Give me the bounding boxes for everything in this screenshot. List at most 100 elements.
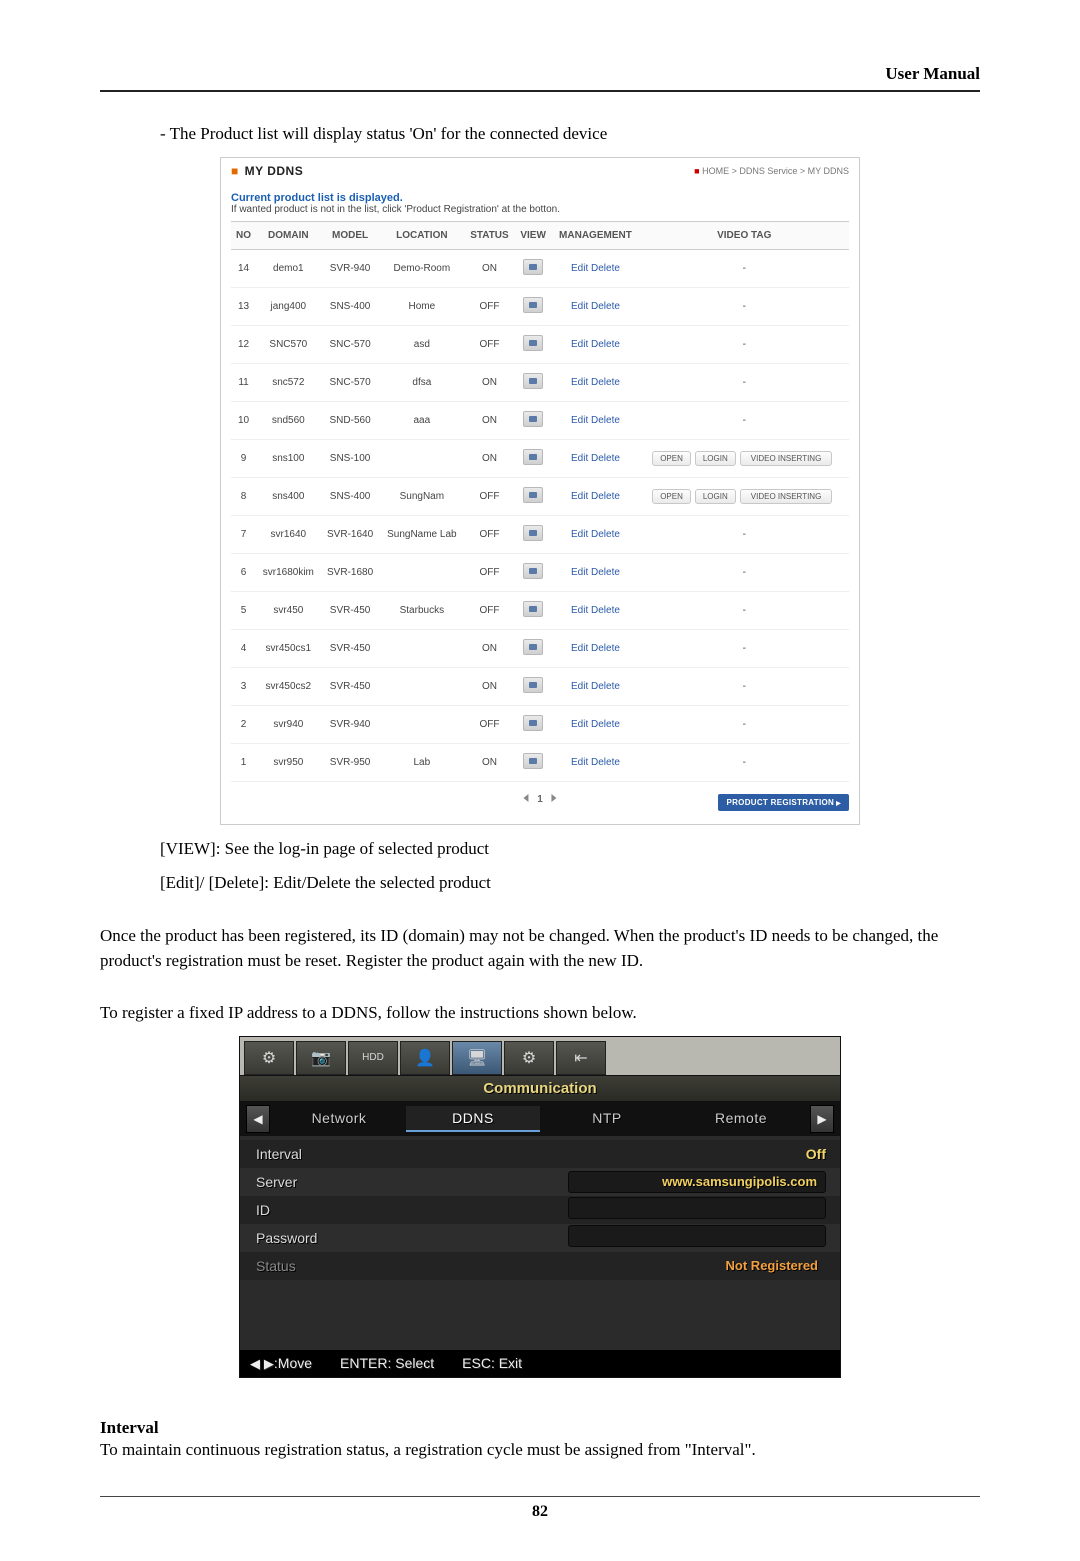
edit-link[interactable]: Edit xyxy=(571,757,588,768)
delete-link[interactable]: Delete xyxy=(591,301,620,312)
tab-network[interactable]: Network xyxy=(272,1106,406,1132)
delete-link[interactable]: Delete xyxy=(591,453,620,464)
open-pill[interactable]: OPEN xyxy=(652,489,691,504)
view-icon[interactable] xyxy=(523,335,543,351)
view-icon[interactable] xyxy=(523,449,543,465)
videotag-dash: - xyxy=(743,377,746,388)
product-registration-button[interactable]: PRODUCT REGISTRATION xyxy=(718,794,849,811)
view-icon[interactable] xyxy=(523,601,543,617)
home-dot-icon: ■ xyxy=(694,166,699,176)
delete-link[interactable]: Delete xyxy=(591,339,620,350)
value-interval[interactable]: Off xyxy=(806,1146,826,1162)
view-icon[interactable] xyxy=(523,411,543,427)
breadcrumb: ■ HOME > DDNS Service > MY DDNS xyxy=(694,166,849,176)
view-icon[interactable] xyxy=(523,259,543,275)
delete-link[interactable]: Delete xyxy=(591,757,620,768)
delete-link[interactable]: Delete xyxy=(591,719,620,730)
col-management: MANAGEMENT xyxy=(551,221,639,249)
header-title: User Manual xyxy=(100,64,980,84)
label-interval: Interval xyxy=(240,1146,431,1162)
value-server[interactable]: www.samsungipolis.com xyxy=(568,1171,826,1193)
right-arrow-icon: ▶ xyxy=(264,1356,274,1371)
user-icon[interactable]: 👤 xyxy=(400,1041,450,1075)
label-password: Password xyxy=(240,1230,431,1246)
delete-link[interactable]: Delete xyxy=(591,263,620,274)
delete-link[interactable]: Delete xyxy=(591,415,620,426)
view-icon[interactable] xyxy=(523,373,543,389)
view-icon[interactable] xyxy=(523,487,543,503)
view-icon[interactable] xyxy=(523,525,543,541)
open-pill[interactable]: OPEN xyxy=(652,451,691,466)
tab-remote[interactable]: Remote xyxy=(674,1106,808,1132)
camera-icon[interactable]: 📷 xyxy=(296,1041,346,1075)
videotag-dash: - xyxy=(743,605,746,616)
table-row: 5svr450SVR-450StarbucksOFFEdit Delete- xyxy=(231,591,849,629)
exit-icon[interactable]: ⇤ xyxy=(556,1041,606,1075)
edit-link[interactable]: Edit xyxy=(571,377,588,388)
delete-link[interactable]: Delete xyxy=(591,567,620,578)
delete-link[interactable]: Delete xyxy=(591,491,620,502)
page-prev-icon[interactable] xyxy=(523,794,528,802)
label-status: Status xyxy=(240,1258,431,1274)
section-interval: Interval xyxy=(100,1418,980,1438)
edit-link[interactable]: Edit xyxy=(571,567,588,578)
gear-icon[interactable]: ⚙ xyxy=(244,1041,294,1075)
table-row: 6svr1680kimSVR-1680OFFEdit Delete- xyxy=(231,553,849,591)
videotag-dash: - xyxy=(743,757,746,768)
intro-line: - The Product list will display status '… xyxy=(160,122,980,147)
hdd-icon[interactable]: HDD xyxy=(348,1041,398,1075)
para-interval: To maintain continuous registration stat… xyxy=(100,1438,980,1463)
tabs-bar: ◀ Network DDNS NTP Remote ▶ xyxy=(240,1102,840,1136)
hint-move: :Move xyxy=(274,1355,312,1371)
login-pill[interactable]: LOGIN xyxy=(695,451,736,466)
para-once: Once the product has been registered, it… xyxy=(100,924,980,973)
label-id: ID xyxy=(240,1202,431,1218)
view-icon[interactable] xyxy=(523,563,543,579)
product-table-body: 14demo1SVR-940Demo-RoomONEdit Delete-13j… xyxy=(231,249,849,781)
tab-next-icon[interactable]: ▶ xyxy=(810,1105,834,1133)
edit-link[interactable]: Edit xyxy=(571,529,588,540)
value-password[interactable] xyxy=(568,1225,826,1247)
edit-link[interactable]: Edit xyxy=(571,643,588,654)
login-pill[interactable]: LOGIN xyxy=(695,489,736,504)
delete-link[interactable]: Delete xyxy=(591,681,620,692)
video-inserting-pill[interactable]: VIDEO INSERTING xyxy=(740,489,833,504)
toolbar: ⚙ 📷 HDD 👤 🖥 ⚙ ⇤ xyxy=(240,1037,840,1075)
view-icon[interactable] xyxy=(523,677,543,693)
tab-prev-icon[interactable]: ◀ xyxy=(246,1105,270,1133)
edit-link[interactable]: Edit xyxy=(571,605,588,616)
edit-link[interactable]: Edit xyxy=(571,681,588,692)
view-icon[interactable] xyxy=(523,297,543,313)
table-row: 1svr950SVR-950LabONEdit Delete- xyxy=(231,743,849,781)
table-row: 8sns400SNS-400SungNamOFFEdit DeleteOPENL… xyxy=(231,477,849,515)
videotag-dash: - xyxy=(743,719,746,730)
edit-link[interactable]: Edit xyxy=(571,339,588,350)
view-icon[interactable] xyxy=(523,639,543,655)
edit-link[interactable]: Edit xyxy=(571,491,588,502)
videotag-dash: - xyxy=(743,567,746,578)
table-row: 12SNC570SNC-570asdOFFEdit Delete- xyxy=(231,325,849,363)
delete-link[interactable]: Delete xyxy=(591,643,620,654)
table-row: 14demo1SVR-940Demo-RoomONEdit Delete- xyxy=(231,249,849,287)
view-icon[interactable] xyxy=(523,715,543,731)
edit-link[interactable]: Edit xyxy=(571,263,588,274)
page-next-icon[interactable] xyxy=(552,794,557,802)
delete-link[interactable]: Delete xyxy=(591,605,620,616)
settings-icon[interactable]: ⚙ xyxy=(504,1041,554,1075)
videotag-dash: - xyxy=(743,301,746,312)
edit-link[interactable]: Edit xyxy=(571,719,588,730)
col-no: NO xyxy=(231,221,256,249)
video-inserting-pill[interactable]: VIDEO INSERTING xyxy=(740,451,833,466)
footer-hints: ◀ ▶:Move ENTER: Select ESC: Exit xyxy=(240,1350,840,1377)
edit-link[interactable]: Edit xyxy=(571,415,588,426)
value-id[interactable] xyxy=(568,1197,826,1219)
tab-ntp[interactable]: NTP xyxy=(540,1106,674,1132)
delete-link[interactable]: Delete xyxy=(591,529,620,540)
current-list-heading: Current product list is displayed. xyxy=(231,192,849,204)
tab-ddns[interactable]: DDNS xyxy=(406,1106,540,1132)
edit-link[interactable]: Edit xyxy=(571,453,588,464)
network-icon[interactable]: 🖥 xyxy=(452,1041,502,1075)
edit-link[interactable]: Edit xyxy=(571,301,588,312)
view-icon[interactable] xyxy=(523,753,543,769)
delete-link[interactable]: Delete xyxy=(591,377,620,388)
